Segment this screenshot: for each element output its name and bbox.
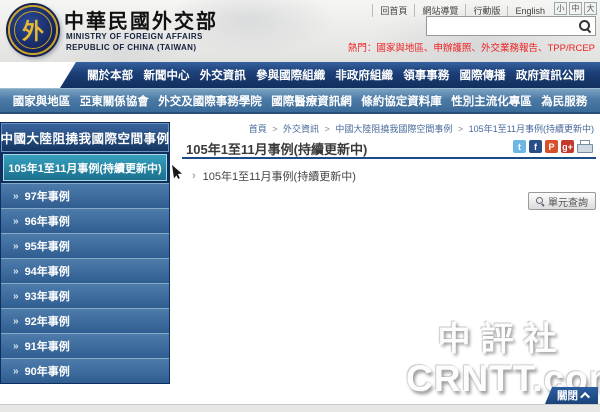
magnifier-icon — [536, 197, 545, 206]
sidebar: 中國大陸阻撓我國際空間事例 105年1至11月事例(持續更新中) » 97年事例… — [0, 122, 170, 384]
hot-link-passport[interactable]: 申辦護照 — [433, 43, 471, 54]
sidebar-item-label: 93年事例 — [25, 288, 70, 304]
nav-international-media[interactable]: 國際傳播 — [460, 67, 506, 83]
site-title: 中華民國外交部 — [64, 5, 218, 34]
sidebar-item-label: 90年事例 — [25, 363, 70, 379]
nav2-public-services[interactable]: 為民服務 — [541, 93, 587, 109]
nav2-gender-mainstreaming[interactable]: 性別主流化專區 — [451, 93, 532, 109]
secondary-nav: 國家與地區 亞東關係協會 外交及國際事務學院 國際醫療資訊網 條約協定資料庫 性… — [0, 88, 600, 114]
double-chevron-icon: » — [13, 216, 19, 227]
sidebar-item-95[interactable]: » 95年事例 — [1, 233, 169, 258]
double-chevron-icon: » — [13, 241, 19, 252]
primary-nav: 關於本部 新聞中心 外交資訊 參與國際組織 非政府組織 領事事務 國際傳播 政府… — [60, 62, 600, 88]
link-english[interactable]: English — [507, 6, 552, 16]
font-size-medium-button[interactable]: 中 — [569, 2, 582, 15]
sidebar-item-label: 94年事例 — [25, 263, 70, 279]
unit-search-label: 單元查詢 — [548, 194, 588, 209]
nav-ngo[interactable]: 非政府組織 — [335, 67, 393, 83]
double-chevron-icon: » — [13, 316, 19, 327]
double-chevron-icon: » — [13, 191, 19, 202]
nav-about[interactable]: 關於本部 — [87, 67, 133, 83]
nav2-east-asia-relations[interactable]: 亞東關係協會 — [80, 93, 149, 109]
chevron-up-icon — [580, 392, 590, 402]
hot-link-countries[interactable]: 國家與地區 — [376, 43, 424, 54]
crntt-watermark: 中評社 CRNTT.com — [406, 312, 598, 400]
sidebar-item-label: 91年事例 — [25, 338, 70, 354]
page: 外 中華民國外交部 MINISTRY OF FOREIGN AFFAIRS RE… — [0, 0, 600, 412]
breadcrumb-separator: > — [269, 124, 280, 134]
sidebar-item-label: 97年事例 — [25, 188, 70, 204]
title-divider — [182, 157, 596, 159]
close-button[interactable]: 關閉 — [545, 387, 598, 404]
hot-links-row: 熱門：國家與地區、申辦護照、外交業務報告、TPP/RCEP — [348, 40, 595, 54]
sidebar-item-93[interactable]: » 93年事例 — [1, 283, 169, 308]
nav-gov-info-disclosure[interactable]: 政府資訊公開 — [516, 67, 585, 83]
sidebar-title: 中國大陸阻撓我國際空間事例 — [1, 123, 169, 152]
sidebar-item-94[interactable]: » 94年事例 — [1, 258, 169, 283]
hot-separator: 、 — [471, 43, 481, 54]
unit-search-button[interactable]: 單元查詢 — [528, 192, 596, 210]
mofa-emblem-logo: 外 — [8, 5, 58, 55]
googleplus-share-icon[interactable]: g+ — [561, 140, 574, 153]
emblem-character: 外 — [14, 11, 52, 49]
close-label: 關閉 — [557, 388, 578, 403]
nav-news-center[interactable]: 新聞中心 — [143, 67, 189, 83]
font-size-large-button[interactable]: 大 — [584, 2, 597, 15]
double-chevron-icon: » — [13, 341, 19, 352]
breadcrumb: 首頁 > 外交資訊 > 中國大陸阻撓我國際空間事例 > 105年1至11月事例(… — [180, 122, 594, 135]
breadcrumb-separator: > — [322, 124, 333, 134]
breadcrumb-home[interactable]: 首頁 — [249, 124, 267, 134]
hot-link-tpp-rcep[interactable]: TPP/RCEP — [547, 43, 595, 54]
sidebar-item-96[interactable]: » 96年事例 — [1, 208, 169, 233]
sidebar-item-105-active[interactable]: 105年1至11月事例(持續更新中) — [3, 154, 167, 181]
watermark-chinese: 中評社 — [406, 312, 598, 360]
article-list: › 105年1至11月事例(持續更新中) — [192, 168, 356, 184]
plurk-share-icon[interactable]: P — [545, 140, 558, 153]
article-link[interactable]: 105年1至11月事例(持續更新中) — [203, 168, 356, 184]
mouse-cursor — [172, 165, 182, 179]
search-box — [426, 16, 596, 36]
nav-international-organizations[interactable]: 參與國際組織 — [256, 67, 325, 83]
site-subtitle-line2: REPUBLIC OF CHINA (TAIWAN) — [66, 43, 196, 52]
search-input[interactable] — [427, 18, 578, 34]
double-chevron-icon: » — [13, 291, 19, 302]
article-list-item[interactable]: › 105年1至11月事例(持續更新中) — [192, 168, 356, 184]
sidebar-item-label: 92年事例 — [25, 313, 70, 329]
link-home[interactable]: 回首頁 — [372, 4, 414, 17]
sidebar-item-label: 95年事例 — [25, 238, 70, 254]
bottom-strip — [0, 404, 600, 412]
site-subtitle-line1: MINISTRY OF FOREIGN AFFAIRS — [66, 32, 203, 41]
nav-foreign-affairs-info[interactable]: 外交資訊 — [200, 67, 246, 83]
font-size-controls: 小 中 大 — [554, 2, 597, 15]
print-icon[interactable] — [577, 140, 592, 153]
sidebar-item-90[interactable]: » 90年事例 — [1, 358, 169, 383]
nav2-treaty-database[interactable]: 條約協定資料庫 — [361, 93, 442, 109]
hot-link-report[interactable]: 外交業務報告 — [481, 43, 538, 54]
breadcrumb-separator: > — [455, 124, 466, 134]
site-header: 外 中華民國外交部 MINISTRY OF FOREIGN AFFAIRS RE… — [0, 0, 600, 62]
list-bullet-icon: › — [192, 170, 196, 182]
nav2-diplomacy-institute[interactable]: 外交及國際事務學院 — [158, 93, 262, 109]
hot-separator: 、 — [424, 43, 434, 54]
double-chevron-icon: » — [13, 366, 19, 377]
sidebar-item-97[interactable]: » 97年事例 — [1, 183, 169, 208]
page-title: 105年1至11月事例(持續更新中) — [186, 139, 367, 158]
breadcrumb-obstruction-cases[interactable]: 中國大陸阻撓我國際空間事例 — [335, 124, 452, 134]
nav-consular-affairs[interactable]: 領事事務 — [403, 67, 449, 83]
breadcrumb-current: 105年1至11月事例(持續更新中) — [469, 124, 594, 134]
double-chevron-icon: » — [13, 266, 19, 277]
sidebar-item-91[interactable]: » 91年事例 — [1, 333, 169, 358]
search-icon[interactable] — [578, 19, 592, 33]
nav2-countries-regions[interactable]: 國家與地區 — [13, 93, 71, 109]
sidebar-item-label: 96年事例 — [25, 213, 70, 229]
nav2-medical-info-net[interactable]: 國際醫療資訊網 — [271, 93, 352, 109]
facebook-share-icon[interactable]: f — [529, 140, 542, 153]
hot-label: 熱門： — [348, 43, 377, 54]
social-share-bar: t f P g+ — [513, 140, 592, 153]
sidebar-item-92[interactable]: » 92年事例 — [1, 308, 169, 333]
font-size-small-button[interactable]: 小 — [554, 2, 567, 15]
twitter-share-icon[interactable]: t — [513, 140, 526, 153]
breadcrumb-foreign-info[interactable]: 外交資訊 — [283, 124, 319, 134]
